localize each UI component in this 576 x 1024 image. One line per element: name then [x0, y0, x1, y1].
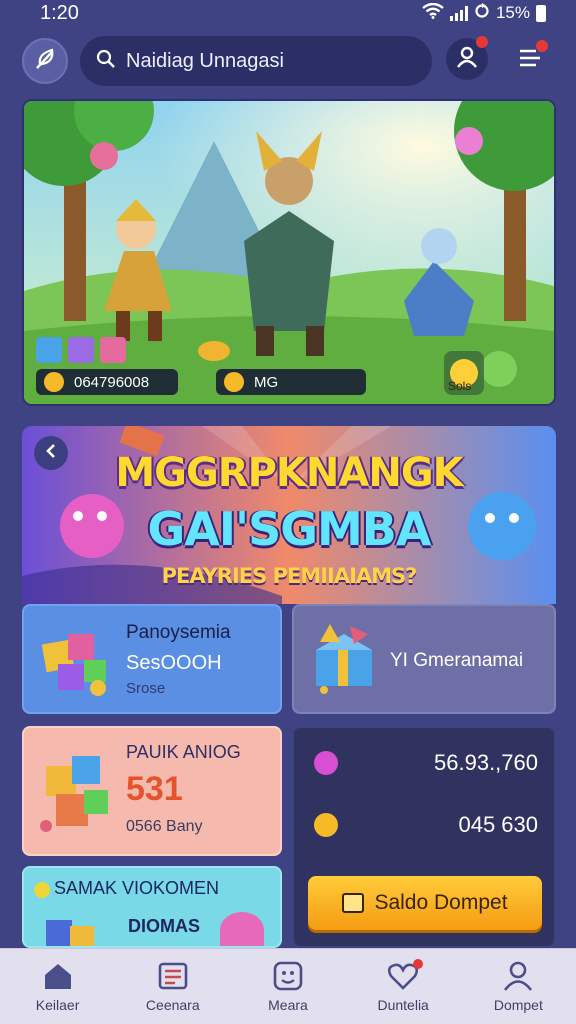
nav-item-list[interactable]: Ceenara	[123, 961, 223, 1013]
wallet-balance-card: 56.93.,760 045 630 Saldo Dompet	[292, 726, 556, 948]
feather-logo-button[interactable]	[22, 38, 68, 84]
smiley-icon	[271, 961, 305, 991]
status-time: 1:20	[40, 1, 79, 24]
card-game-pack-note: Srose	[126, 680, 166, 697]
top-header: Naidiag Unnagasi	[0, 34, 576, 90]
card-game-pack[interactable]: Panoysemia SesOOOH Srose	[22, 604, 282, 714]
favorites-notification-dot	[413, 958, 424, 969]
person-icon	[501, 961, 535, 991]
cubes-icon	[38, 620, 112, 703]
wifi-icon	[422, 2, 444, 24]
card-game-generator[interactable]: YI Gmeranamai	[292, 604, 556, 714]
home-icon	[41, 961, 75, 991]
card-pack-bonus-value: 531	[126, 770, 183, 808]
gem-icon	[314, 751, 338, 775]
card-pack-bonus-note: 0566 Bany	[126, 818, 203, 835]
wallet-icon	[342, 893, 365, 913]
battery-icon	[536, 4, 546, 22]
card-game-pack-title: Panoysemia	[126, 622, 231, 643]
status-bar: 1:20 15%	[0, 0, 576, 26]
nav-item-wallet[interactable]: Dompet	[468, 961, 568, 1013]
sync-icon	[474, 2, 490, 24]
star-icon	[44, 372, 64, 392]
balance-value-1: 56.93.,760	[434, 750, 538, 775]
signal-icon	[449, 5, 468, 21]
balance-row-1: 56.93.,760	[314, 748, 538, 778]
feather-icon	[32, 46, 58, 77]
profile-button[interactable]	[446, 36, 488, 80]
card-game-generator-label: YI Gmeranamai	[390, 650, 524, 671]
card-rewards-title: SAMAK VIOKOMEN	[54, 878, 220, 898]
user-icon	[455, 45, 479, 74]
card-rewards[interactable]: SAMAK VIOKOMEN DIOMAS	[22, 866, 282, 948]
hero-illustration	[24, 101, 554, 404]
promo-subtitle: PEAYRIES PEMIIAIAMS?	[161, 564, 418, 588]
balance-row-2: 045 630	[314, 810, 538, 840]
search-text: Naidiag Unnagasi	[126, 49, 284, 72]
bottom-navigation: Keilaer Ceenara Meara Duntelia Dompet	[0, 948, 576, 1024]
hero-stat-gems: MG	[216, 369, 366, 395]
nav-item-media[interactable]: Meara	[238, 961, 338, 1013]
cube-stack-icon	[38, 746, 118, 847]
nav-item-favorites[interactable]: Duntelia	[353, 958, 453, 1013]
hero-banner[interactable]: 064796008 MG Sols	[22, 99, 556, 406]
search-input[interactable]: Naidiag Unnagasi	[80, 36, 432, 86]
menu-button[interactable]	[512, 40, 548, 78]
coin-icon	[314, 813, 338, 837]
search-icon	[96, 49, 116, 74]
list-card-icon	[156, 961, 190, 991]
promo-title-line2: GAI'SGMBA	[147, 502, 432, 556]
coin-icon	[34, 882, 50, 898]
creature-icon	[220, 912, 264, 946]
cube-icon	[42, 912, 102, 946]
promo-title-line1: MGGRPKNANGK	[115, 450, 463, 496]
notification-dot	[476, 36, 488, 48]
menu-notification-dot	[536, 40, 548, 52]
card-rewards-sub: DIOMAS	[128, 916, 200, 936]
card-pack-bonus[interactable]: PAUIK ANIOG 531 0566 Bany	[22, 726, 282, 856]
promo-banner[interactable]: MGGRPKNANGK GAI'SGMBA PEAYRIES PEMIIAIAM…	[22, 426, 556, 604]
hero-stat-coins: 064796008	[36, 369, 178, 395]
card-game-pack-amount: SesOOOH	[126, 652, 222, 674]
status-icons: 15%	[422, 2, 546, 24]
nav-item-home[interactable]: Keilaer	[8, 961, 108, 1013]
hero-badge: Sols	[448, 379, 472, 393]
battery-percent: 15%	[495, 3, 530, 22]
balance-value-2: 045 630	[458, 812, 538, 837]
gift-box-icon	[310, 620, 380, 701]
card-pack-bonus-title: PAUIK ANIOG	[126, 742, 241, 762]
wallet-balance-button[interactable]: Saldo Dompet	[308, 876, 542, 930]
coin-icon	[224, 372, 244, 392]
